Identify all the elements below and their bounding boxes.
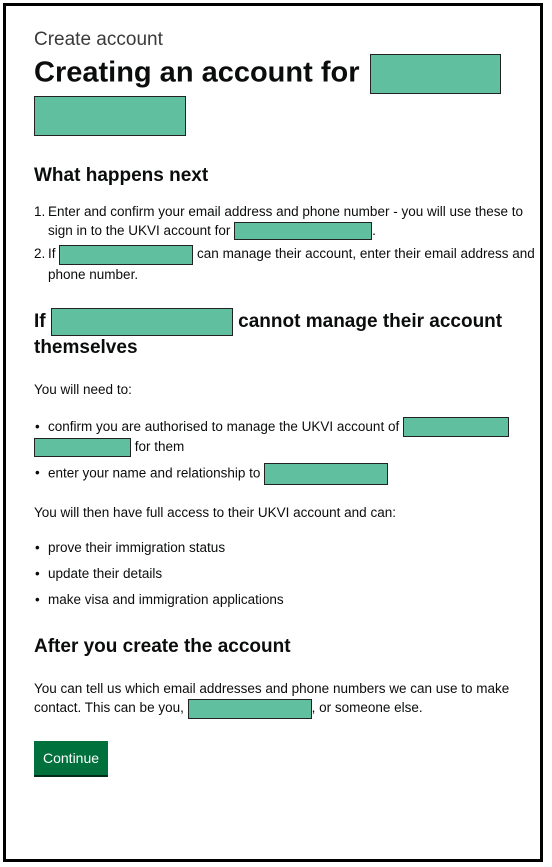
list-item: enter your name and relationship to bbox=[34, 463, 539, 486]
main-content: Create account Creating an account for W… bbox=[34, 28, 539, 777]
contact-text-end: , or someone else. bbox=[311, 700, 423, 716]
contact-text: You can tell us which email addresses an… bbox=[34, 679, 539, 719]
page-title-text: Creating an account for bbox=[34, 56, 360, 89]
list-item: confirm you are authorised to manage the… bbox=[34, 417, 539, 458]
button-row: Continue bbox=[34, 740, 539, 777]
list-number: 1. bbox=[34, 204, 46, 219]
list-number: 2. bbox=[34, 246, 46, 262]
redacted-name bbox=[50, 307, 233, 336]
redacted-name bbox=[187, 698, 312, 719]
list-item: prove their immigration status bbox=[34, 538, 539, 557]
heading-text: If bbox=[34, 310, 46, 332]
you-will-need-text: You will need to: bbox=[34, 381, 132, 397]
what-happens-next-heading: What happens next bbox=[34, 165, 209, 186]
redacted-name bbox=[402, 417, 509, 438]
full-access-text: You will then have full access to their … bbox=[34, 505, 396, 521]
list-item: 2. If can manage their account, enter th… bbox=[34, 244, 539, 283]
redacted-name bbox=[34, 96, 186, 136]
requirements-list: confirm you are authorised to manage the… bbox=[34, 417, 539, 486]
list-item-text-end: . bbox=[372, 223, 376, 238]
list-item-text: If bbox=[48, 246, 56, 262]
redacted-name bbox=[59, 244, 194, 265]
cannot-manage-heading: If cannot manage their account themselve… bbox=[34, 307, 539, 360]
redacted-name bbox=[264, 463, 389, 486]
list-item-text: enter your name and relationship to bbox=[48, 465, 261, 481]
list-item: 1. Enter and confirm your email address … bbox=[34, 202, 539, 241]
list-item: update their details bbox=[34, 564, 539, 583]
page-title: Creating an account for bbox=[34, 54, 539, 136]
redacted-name bbox=[234, 222, 373, 241]
after-create-heading: After you create the account bbox=[34, 636, 291, 658]
next-steps-list: 1. Enter and confirm your email address … bbox=[34, 202, 539, 284]
access-list: prove their immigration status update th… bbox=[34, 538, 539, 609]
page-caption: Create account bbox=[34, 29, 163, 50]
list-item: make visa and immigration applications bbox=[34, 590, 539, 609]
list-item-text-end: for them bbox=[134, 439, 185, 455]
redacted-name bbox=[369, 54, 501, 94]
list-item-text: confirm you are authorised to manage the… bbox=[48, 418, 400, 434]
continue-button[interactable]: Continue bbox=[34, 740, 109, 777]
redacted-name bbox=[34, 438, 131, 458]
